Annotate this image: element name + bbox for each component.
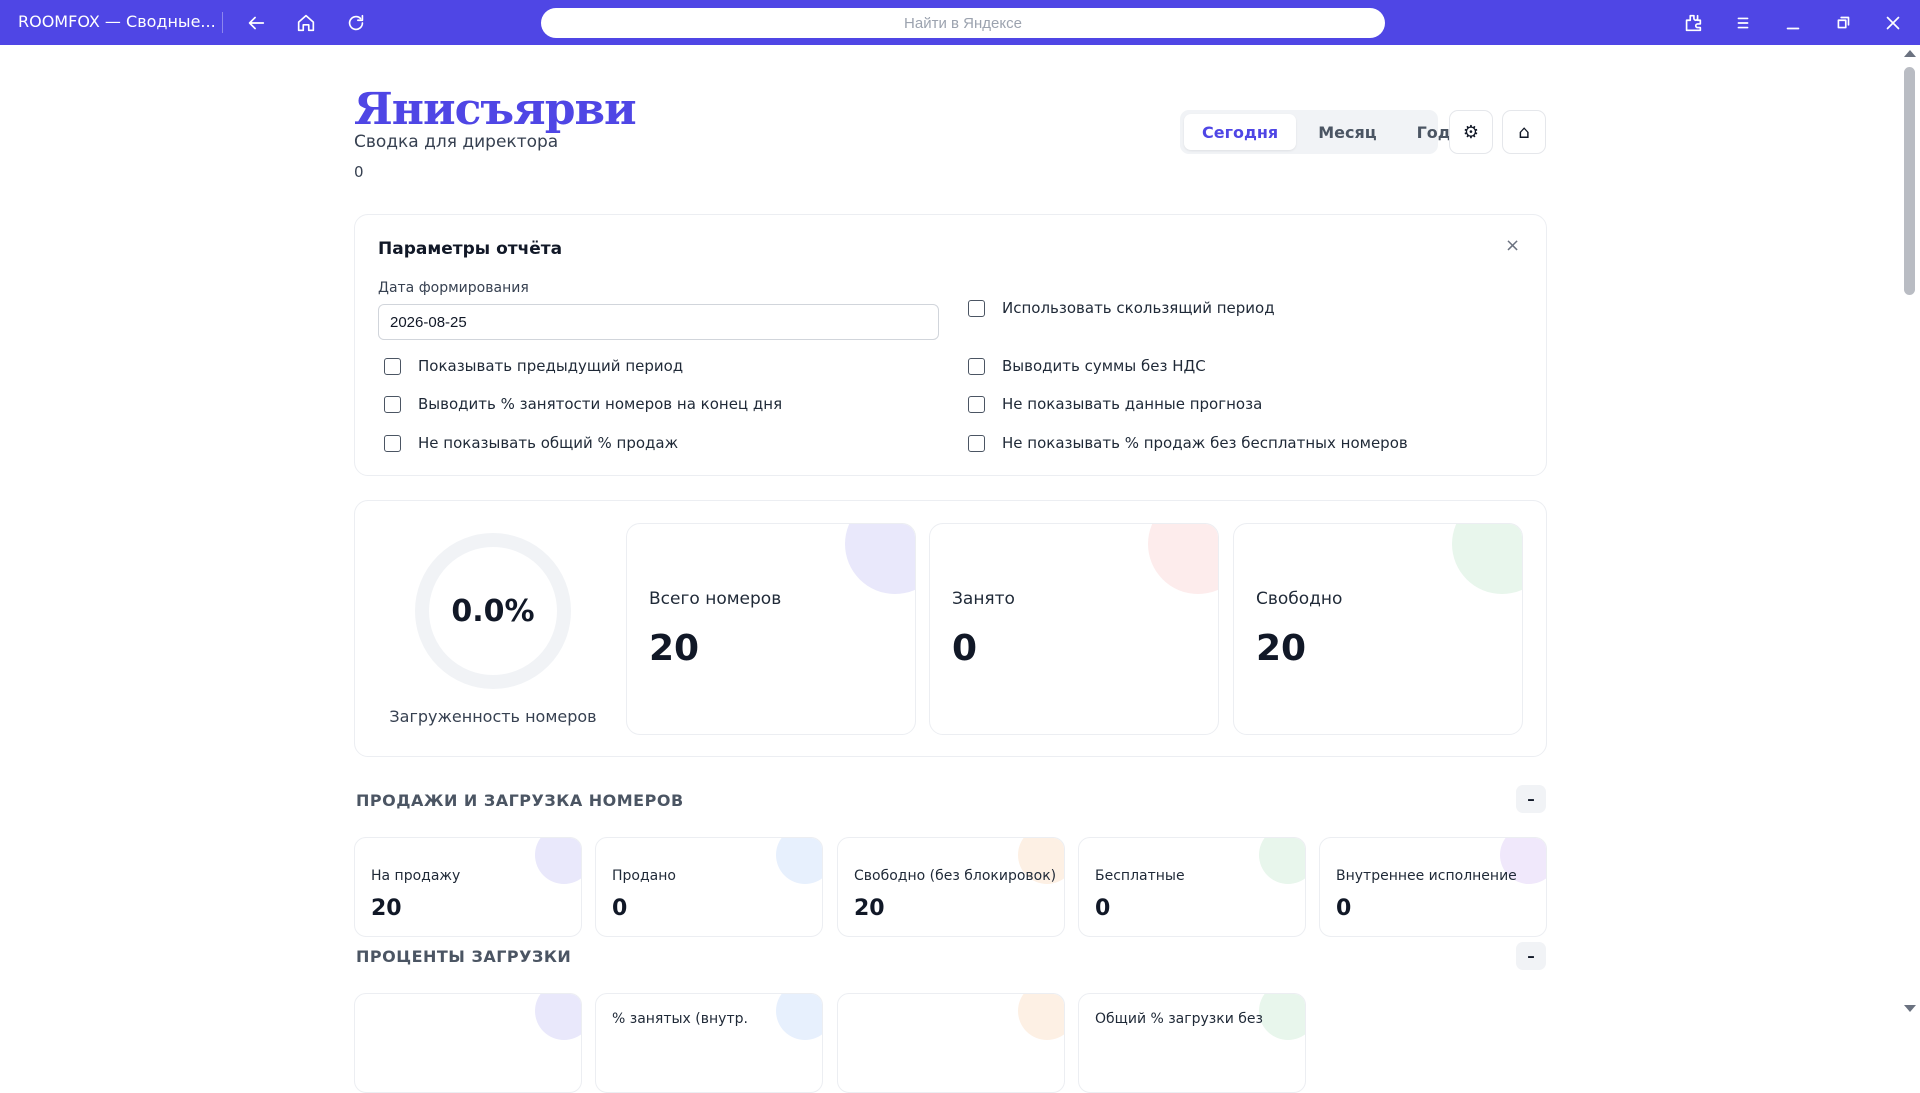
checkbox[interactable]	[384, 395, 401, 413]
params-title: Параметры отчёта	[378, 239, 563, 259]
sales-card-free-no-blocks: Свободно (без блокировок) 20	[837, 837, 1065, 937]
stat-value: 20	[649, 628, 700, 669]
page-subtitle: Сводка для директора	[354, 132, 559, 152]
option-prev-period[interactable]: Показывать предыдущий период	[384, 357, 683, 375]
stat-value: 0	[952, 628, 978, 669]
option-label: Выводить % занятости номеров на конец дн…	[418, 395, 783, 413]
decor-circle	[1452, 524, 1522, 594]
card-value: 0	[1095, 896, 1111, 921]
home-icon[interactable]	[293, 10, 319, 36]
toolbar-divider	[222, 12, 223, 33]
option-label: Не показывать общий % продаж	[418, 434, 679, 452]
option-label: Не показывать % продаж без бесплатных но…	[1002, 434, 1408, 452]
checkbox[interactable]	[384, 357, 401, 375]
checkbox[interactable]	[384, 434, 401, 452]
option-no-vat[interactable]: Выводить суммы без НДС	[968, 357, 1206, 375]
sales-card-internal: Внутреннее исполнение 0	[1319, 837, 1547, 937]
decor-circle	[845, 524, 915, 594]
decor-circle	[776, 838, 822, 884]
card-label: Бесплатные	[1095, 868, 1185, 884]
sales-card-sold: Продано 0	[595, 837, 823, 937]
scroll-up-arrow-icon[interactable]	[1904, 50, 1916, 57]
percent-card	[837, 993, 1065, 1093]
card-label: Общий % загрузки без	[1095, 1011, 1263, 1027]
checkbox[interactable]	[968, 395, 985, 413]
card-value: 20	[371, 896, 402, 921]
home-button-icon[interactable]: ⌂	[1502, 110, 1546, 154]
report-params-card: Параметры отчёта × Дата формирования 202…	[354, 214, 1547, 476]
stat-occupied: Занято 0	[929, 523, 1219, 735]
option-label: Показывать предыдущий период	[418, 357, 684, 375]
date-field[interactable]: 2026-08-25	[378, 304, 939, 340]
stat-total-rooms: Всего номеров 20	[626, 523, 916, 735]
decor-circle	[1259, 994, 1305, 1040]
percent-card	[354, 993, 582, 1093]
card-value: 0	[612, 896, 628, 921]
decor-circle	[1148, 524, 1218, 594]
card-value: 20	[854, 896, 885, 921]
card-label: Продано	[612, 868, 676, 884]
browser-toolbar: ROOMFOX — Сводные... Найти в Яндексе	[0, 0, 1920, 45]
card-label: Внутреннее исполнение	[1336, 868, 1517, 884]
decor-circle	[1018, 994, 1064, 1040]
stat-free: Свободно 20	[1233, 523, 1523, 735]
date-label: Дата формирования	[378, 280, 529, 296]
option-hide-forecast[interactable]: Не показывать данные прогноза	[968, 395, 1262, 413]
stat-label: Свободно	[1256, 589, 1343, 609]
decor-circle	[535, 838, 581, 884]
back-icon[interactable]	[243, 10, 269, 36]
restore-icon[interactable]	[1830, 10, 1856, 36]
percent-card: % занятых (внутр.	[595, 993, 823, 1093]
option-sliding-period[interactable]: Использовать скользящий период	[968, 299, 1275, 317]
occupancy-ring: 0.0%	[415, 533, 571, 689]
occupancy-label: Загруженность номеров	[389, 707, 597, 726]
percent-card: Общий % загрузки без	[1078, 993, 1306, 1093]
sales-card-free-rooms: Бесплатные 0	[1078, 837, 1306, 937]
period-switcher: Сегодня Месяц Год	[1180, 110, 1451, 154]
hotel-name: Янисъярви	[354, 84, 637, 135]
occupancy-card: 0.0% Загруженность номеров Всего номеров…	[354, 500, 1547, 757]
sales-card-for-sale: На продажу 20	[354, 837, 582, 937]
reload-icon[interactable]	[343, 10, 369, 36]
decor-circle	[776, 994, 822, 1040]
collapse-sales-button[interactable]: –	[1516, 785, 1546, 813]
card-label: Свободно (без блокировок)	[854, 868, 1057, 884]
minimize-icon[interactable]	[1780, 10, 1806, 36]
menu-icon[interactable]	[1730, 10, 1756, 36]
decor-circle	[1259, 838, 1305, 884]
option-label: Использовать скользящий период	[1002, 299, 1275, 317]
counter-value: 0	[354, 163, 364, 181]
checkbox[interactable]	[968, 299, 985, 317]
scroll-down-arrow-icon[interactable]	[1904, 1005, 1916, 1012]
option-hide-sales-no-free[interactable]: Не показывать % продаж без бесплатных но…	[968, 434, 1408, 452]
close-icon[interactable]: ×	[1505, 235, 1520, 256]
option-hide-total-sales[interactable]: Не показывать общий % продаж	[384, 434, 678, 452]
stat-value: 20	[1256, 628, 1307, 669]
section-percents-title: ПРОЦЕНТЫ ЗАГРУЗКИ	[356, 947, 572, 966]
section-sales-title: ПРОДАЖИ И ЗАГРУЗКА НОМЕРОВ	[356, 791, 684, 810]
stat-label: Занято	[952, 589, 1015, 609]
checkbox[interactable]	[968, 357, 985, 375]
option-label: Выводить суммы без НДС	[1002, 357, 1206, 375]
checkbox[interactable]	[968, 434, 985, 452]
option-occupancy-end-day[interactable]: Выводить % занятости номеров на конец дн…	[384, 395, 782, 413]
card-value: 0	[1336, 896, 1352, 921]
decor-circle	[535, 994, 581, 1040]
tab-title[interactable]: ROOMFOX — Сводные...	[18, 12, 216, 31]
collapse-percents-button[interactable]: –	[1516, 942, 1546, 970]
settings-icon[interactable]: ⚙	[1449, 110, 1493, 154]
scroll-thumb[interactable]	[1904, 67, 1915, 295]
period-today-button[interactable]: Сегодня	[1184, 114, 1297, 150]
stat-label: Всего номеров	[649, 589, 782, 609]
address-bar[interactable]: Найти в Яндексе	[541, 8, 1385, 38]
extensions-icon[interactable]	[1680, 10, 1706, 36]
card-label: % занятых (внутр.	[612, 1011, 748, 1027]
close-window-icon[interactable]	[1880, 10, 1906, 36]
option-label: Не показывать данные прогноза	[1002, 395, 1263, 413]
card-label: На продажу	[371, 868, 461, 884]
period-month-button[interactable]: Месяц	[1300, 114, 1394, 150]
